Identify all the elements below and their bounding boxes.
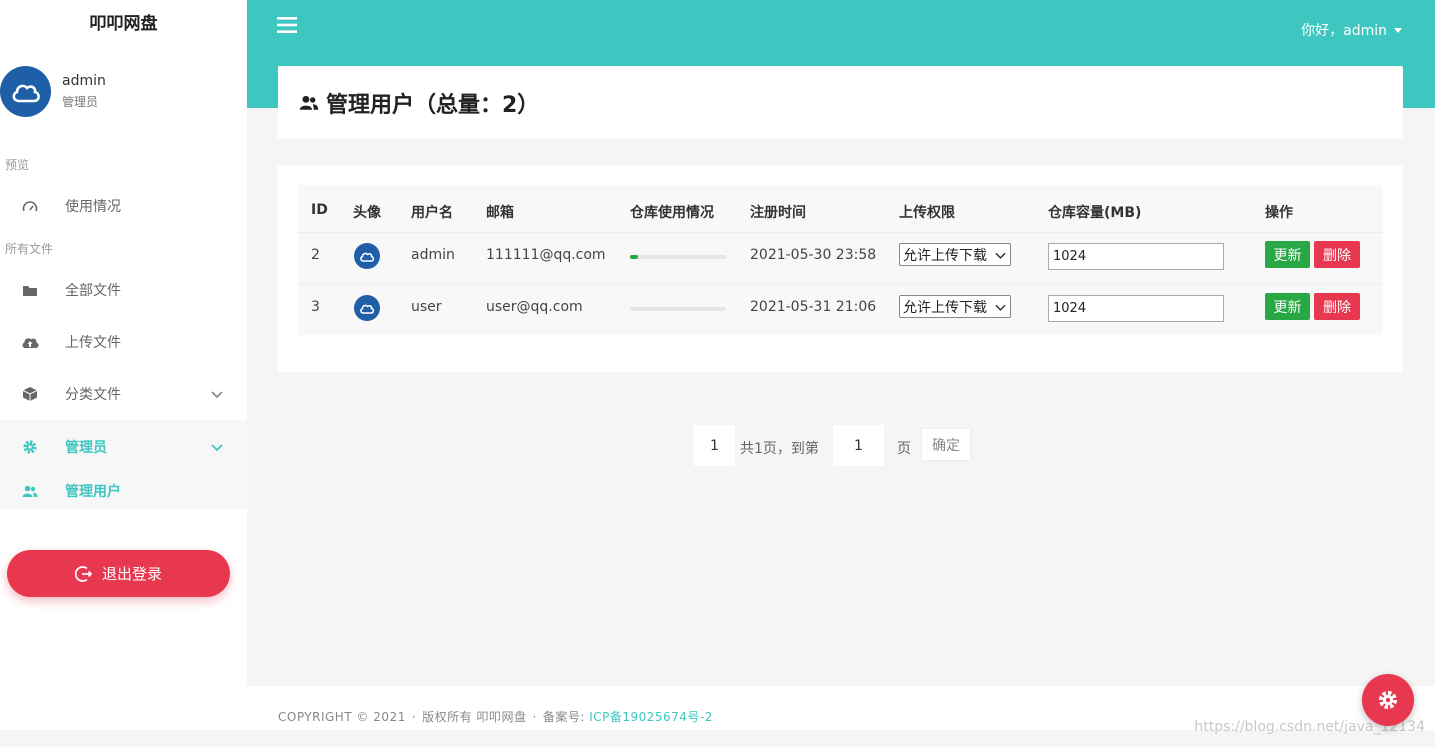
- pagination-current-page[interactable]: 1: [694, 425, 735, 466]
- update-button[interactable]: 更新: [1265, 293, 1310, 320]
- row-divider: [298, 283, 1383, 284]
- upload-permission-select[interactable]: 允许上传下载: [899, 295, 1011, 318]
- pagination-page-unit: 页: [897, 441, 911, 457]
- column-header-registered: 注册时间: [750, 205, 806, 221]
- sidebar-item-label: 全部文件: [65, 283, 121, 299]
- column-header-username: 用户名: [411, 205, 453, 221]
- footer-icp-label: 备案号:: [542, 710, 585, 724]
- cell-email: user@qq.com: [486, 299, 583, 315]
- cloud-upload-icon: [21, 336, 39, 349]
- sidebar-item-label: 管理员: [65, 440, 107, 456]
- cell-id: 2: [311, 247, 320, 263]
- update-button[interactable]: 更新: [1265, 241, 1310, 268]
- sidebar-item-label: 管理用户: [65, 484, 121, 500]
- column-header-permission: 上传权限: [899, 205, 955, 221]
- column-header-capacity: 仓库容量(MB): [1048, 205, 1142, 221]
- cell-registered: 2021-05-31 21:06: [750, 299, 877, 315]
- sidebar-item-all-files[interactable]: 全部文件: [0, 264, 247, 316]
- logout-label: 退出登录: [101, 565, 162, 583]
- storage-usage-fill: [630, 255, 638, 259]
- cube-icon: [21, 386, 39, 402]
- user-profile: admin 管理员: [0, 66, 106, 117]
- footer-icp-link[interactable]: ICP备19025674号-2: [589, 710, 713, 724]
- pagination-goto-input[interactable]: [833, 425, 884, 466]
- section-label-preview: 预览: [5, 158, 30, 172]
- select-value: 允许上传下载: [903, 299, 987, 316]
- menu-toggle-icon[interactable]: [277, 16, 297, 36]
- sidebar-item-usage[interactable]: 使用情况: [0, 180, 247, 232]
- column-header-actions: 操作: [1265, 205, 1293, 221]
- user-avatar: [354, 295, 380, 321]
- chevron-down-icon: [211, 387, 223, 403]
- pagination-total-text: 共1页，到第: [740, 441, 819, 457]
- folder-icon: [21, 284, 39, 297]
- storage-usage-bar: [630, 307, 726, 311]
- footer-text: COPYRIGHT © 2021 · 版权所有 叩叩网盘 · 备案号: ICP备1902…: [278, 710, 713, 724]
- cloud-icon: [360, 304, 375, 314]
- capacity-input[interactable]: [1048, 243, 1224, 270]
- cloud-icon: [360, 252, 375, 262]
- chevron-down-icon: [995, 248, 1006, 264]
- sidebar: 叩叩网盘 admin 管理员 预览 使用情况 所有文件 全部文件 上传文件 分类…: [0, 0, 247, 730]
- brand-name: 叩叩网盘: [89, 14, 158, 34]
- gauge-icon: [21, 200, 39, 212]
- user-avatar: [0, 66, 51, 117]
- user-role: 管理员: [62, 95, 99, 109]
- users-table-card: ID 头像 用户名 邮箱 仓库使用情况 注册时间 上传权限 仓库容量(MB) 操…: [278, 165, 1403, 372]
- gear-icon: [21, 439, 39, 455]
- row-divider: [298, 232, 1383, 233]
- user-avatar: [354, 243, 380, 269]
- delete-button[interactable]: 删除: [1314, 293, 1360, 320]
- settings-fab[interactable]: [1362, 674, 1414, 726]
- select-value: 允许上传下载: [903, 247, 987, 264]
- sidebar-item-label: 使用情况: [65, 199, 121, 215]
- users-icon: [299, 95, 319, 110]
- users-icon: [21, 485, 39, 498]
- delete-button[interactable]: 删除: [1314, 241, 1360, 268]
- cell-id: 3: [311, 299, 320, 315]
- footer-rights: 版权所有 叩叩网盘: [422, 710, 527, 724]
- logout-button[interactable]: 退出登录: [7, 550, 230, 597]
- column-header-usage: 仓库使用情况: [630, 205, 714, 221]
- logout-icon: [74, 565, 93, 582]
- chevron-down-icon: [211, 440, 223, 456]
- footer-copyright: COPYRIGHT © 2021: [278, 710, 406, 724]
- page-header-card: 管理用户（总量：2）: [278, 66, 1403, 139]
- sidebar-item-upload[interactable]: 上传文件: [0, 316, 247, 368]
- chevron-down-icon: [995, 300, 1006, 316]
- cloud-icon: [12, 84, 40, 102]
- column-header-avatar: 头像: [353, 205, 381, 221]
- pagination-confirm-button[interactable]: 确定: [921, 428, 971, 461]
- cell-registered: 2021-05-30 23:58: [750, 247, 877, 263]
- cell-email: 111111@qq.com: [486, 247, 606, 263]
- sidebar-item-label: 分类文件: [65, 387, 121, 403]
- users-table: ID 头像 用户名 邮箱 仓库使用情况 注册时间 上传权限 仓库容量(MB) 操…: [298, 185, 1383, 335]
- gear-icon: [1378, 690, 1398, 710]
- greeting-text: 你好，admin: [1301, 23, 1387, 39]
- cell-username: admin: [411, 247, 455, 263]
- caret-down-icon: [1394, 27, 1402, 33]
- sidebar-item-label: 上传文件: [65, 335, 121, 351]
- page-title: 管理用户（总量：2）: [326, 92, 540, 118]
- column-header-email: 邮箱: [486, 205, 514, 221]
- capacity-input[interactable]: [1048, 295, 1224, 322]
- column-header-id: ID: [311, 202, 328, 218]
- user-menu[interactable]: 你好，admin: [1301, 20, 1402, 40]
- upload-permission-select[interactable]: 允许上传下载: [899, 243, 1011, 266]
- sidebar-item-category[interactable]: 分类文件: [0, 368, 247, 420]
- storage-usage-bar: [630, 255, 726, 259]
- section-label-files: 所有文件: [5, 242, 54, 256]
- sidebar-item-manage-users[interactable]: 管理用户: [0, 465, 247, 517]
- user-name: admin: [62, 73, 106, 89]
- cell-username: user: [411, 299, 442, 315]
